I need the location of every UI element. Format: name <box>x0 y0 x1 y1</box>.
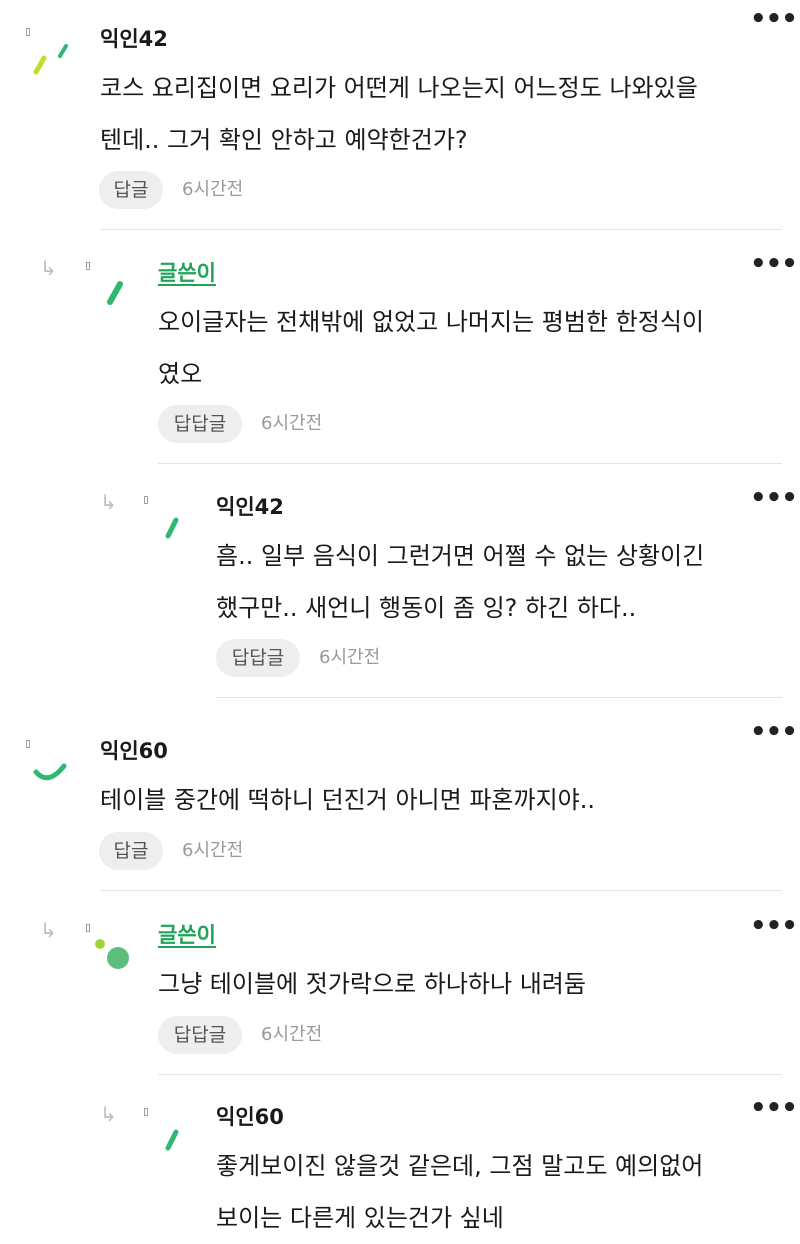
comment-text-line: 보이는 다른게 있는건가 싶네 <box>216 1204 504 1232</box>
comment-author[interactable]: 익인42 <box>216 494 284 520</box>
comment-time: 6시간전 <box>261 1024 323 1045</box>
comment-text-line: 코스 요리집이면 요리가 어떤게 나오는지 어느정도 나와있을 <box>100 74 698 102</box>
reply-button[interactable]: 답답글 <box>158 1016 242 1054</box>
checkbox-marker <box>144 1108 148 1116</box>
comment-author[interactable]: 글쓴이 <box>158 260 216 286</box>
comment-author[interactable]: 글쓴이 <box>158 922 216 948</box>
checkbox-marker <box>86 262 90 270</box>
comment-time: 6시간전 <box>182 840 244 861</box>
divider <box>216 697 782 698</box>
checkbox-marker <box>86 924 90 932</box>
more-options-icon[interactable]: ••• <box>750 1095 798 1121</box>
comment-time: 6시간전 <box>261 413 323 434</box>
reply-arrow-icon: ↳ <box>40 918 57 942</box>
avatar <box>33 763 67 781</box>
reply-arrow-icon: ↳ <box>100 490 117 514</box>
checkbox-marker <box>26 740 30 748</box>
comment-author[interactable]: 익인60 <box>100 738 168 764</box>
comment-time: 6시간전 <box>319 647 381 668</box>
avatar <box>165 1129 179 1151</box>
comment-text-line: 했구만.. 새언니 행동이 좀 잉? 하긴 하다.. <box>216 594 637 622</box>
comment-text-line: 흠.. 일부 음식이 그런거면 어쩔 수 없는 상황이긴 <box>216 542 705 570</box>
divider <box>100 229 782 230</box>
divider <box>158 463 782 464</box>
comment-text-line: 였오 <box>158 360 203 388</box>
comment-text-line: 오이글자는 전채밖에 없었고 나머지는 평범한 한정식이 <box>158 308 704 336</box>
comment-text-line: 텐데.. 그거 확인 안하고 예약한건가? <box>100 126 468 154</box>
avatar <box>95 939 129 969</box>
more-options-icon[interactable]: ••• <box>750 485 798 511</box>
checkbox-marker <box>26 28 30 36</box>
reply-arrow-icon: ↳ <box>40 256 57 280</box>
comment-text-line: 테이블 중간에 떡하니 던진거 아니면 파혼까지야.. <box>100 786 596 814</box>
reply-button[interactable]: 답답글 <box>158 405 242 443</box>
reply-arrow-icon: ↳ <box>100 1102 117 1126</box>
reply-button[interactable]: 답답글 <box>216 639 300 677</box>
more-options-icon[interactable]: ••• <box>750 719 798 745</box>
comment-author[interactable]: 익인60 <box>216 1104 284 1130</box>
reply-button[interactable]: 답글 <box>99 171 163 209</box>
more-options-icon[interactable]: ••• <box>750 6 798 32</box>
avatar <box>165 517 179 539</box>
avatar <box>107 281 123 305</box>
comment-author[interactable]: 익인42 <box>100 26 168 52</box>
divider <box>158 1074 782 1075</box>
divider <box>100 890 782 891</box>
comment-time: 6시간전 <box>182 179 244 200</box>
comment-text-line: 그냥 테이블에 젓가락으로 하나하나 내려둠 <box>158 970 586 998</box>
more-options-icon[interactable]: ••• <box>750 913 798 939</box>
more-options-icon[interactable]: ••• <box>750 251 798 277</box>
comment-text-line: 좋게보이진 않을것 같은데, 그점 말고도 예의없어 <box>216 1152 704 1180</box>
checkbox-marker <box>144 496 148 504</box>
reply-button[interactable]: 답글 <box>99 832 163 870</box>
avatar <box>33 44 68 75</box>
